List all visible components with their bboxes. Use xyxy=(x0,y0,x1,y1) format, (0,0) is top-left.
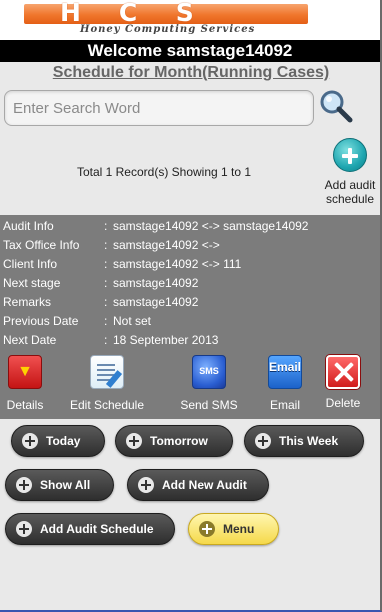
menu-label[interactable]: Menu xyxy=(223,522,254,536)
edit-schedule-label[interactable]: Edit Schedule xyxy=(64,398,150,412)
plus-icon xyxy=(138,477,154,493)
search-input[interactable] xyxy=(4,90,314,126)
add-audit-schedule-pill-button[interactable]: Add Audit Schedule xyxy=(5,513,175,545)
detail-separator: : xyxy=(104,219,108,233)
page-title[interactable]: Schedule for Month(Running Cases) xyxy=(0,63,382,83)
show-all-button[interactable]: Show All xyxy=(5,469,114,501)
delete-button[interactable]: Delete xyxy=(320,355,366,415)
delete-icon[interactable] xyxy=(326,355,360,389)
detail-separator: : xyxy=(104,333,108,347)
this-week-button[interactable]: This Week xyxy=(244,425,364,457)
details-label[interactable]: Details xyxy=(2,398,48,412)
detail-key: Next Date xyxy=(3,333,57,347)
detail-key: Previous Date xyxy=(3,314,79,328)
add-new-audit-label[interactable]: Add New Audit xyxy=(162,478,247,492)
delete-label[interactable]: Delete xyxy=(320,396,366,410)
edit-icon[interactable] xyxy=(90,355,124,389)
email-button[interactable]: Email xyxy=(264,355,306,415)
detail-value: samstage14092 xyxy=(113,276,199,290)
detail-row-next-stage: Next stage : samstage14092 xyxy=(0,274,380,293)
plus-icon xyxy=(126,433,142,449)
detail-row-next-date: Next Date : 18 September 2013 xyxy=(0,331,380,350)
detail-row-tax-office-info: Tax Office Info : samstage14092 <-> xyxy=(0,236,380,255)
detail-value: 18 September 2013 xyxy=(113,333,219,347)
logo-subtitle: Honey Computing Services xyxy=(80,24,256,35)
add-audit-schedule-label[interactable]: Add audit schedule xyxy=(320,178,380,206)
details-button[interactable]: Details xyxy=(2,355,48,415)
detail-row-previous-date: Previous Date : Not set xyxy=(0,312,380,331)
record-summary: Total 1 Record(s) Showing 1 to 1 xyxy=(76,165,252,179)
edit-schedule-button[interactable]: Edit Schedule xyxy=(64,355,150,415)
today-button[interactable]: Today xyxy=(11,425,105,457)
add-audit-schedule-button[interactable]: Add audit schedule xyxy=(320,138,380,206)
menu-button[interactable]: Menu xyxy=(188,513,279,545)
detail-value: samstage14092 <-> xyxy=(113,238,220,252)
tomorrow-label[interactable]: Tomorrow xyxy=(150,434,208,448)
this-week-label[interactable]: This Week xyxy=(279,434,338,448)
detail-key: Remarks xyxy=(3,295,52,309)
send-sms-button[interactable]: Send SMS xyxy=(175,355,243,415)
detail-row-remarks: Remarks : samstage14092 xyxy=(0,293,380,312)
detail-key: Next stage xyxy=(3,276,61,290)
welcome-banner: Welcome samstage14092 xyxy=(0,40,380,62)
app-frame: HCS Honey Computing Services Welcome sam… xyxy=(0,0,382,612)
search-icon[interactable] xyxy=(318,88,354,124)
detail-separator: : xyxy=(104,295,108,309)
detail-row-client-info: Client Info : samstage14092 <-> 111 xyxy=(0,255,380,274)
sms-icon[interactable] xyxy=(192,355,226,389)
email-label[interactable]: Email xyxy=(264,398,306,412)
add-new-audit-button[interactable]: Add New Audit xyxy=(127,469,269,501)
today-label[interactable]: Today xyxy=(46,434,80,448)
plus-icon[interactable] xyxy=(333,138,367,172)
detail-value: samstage14092 <-> samstage14092 xyxy=(113,219,309,233)
detail-key: Audit Info xyxy=(3,219,54,233)
email-icon[interactable] xyxy=(268,355,302,389)
plus-icon xyxy=(255,433,271,449)
detail-key: Client Info xyxy=(3,257,58,271)
logo-text: HCS xyxy=(60,0,232,27)
detail-separator: : xyxy=(104,257,108,271)
detail-separator: : xyxy=(104,314,108,328)
show-all-label[interactable]: Show All xyxy=(40,478,90,492)
plus-icon xyxy=(16,521,32,537)
plus-icon xyxy=(199,521,215,537)
header-logo: HCS Honey Computing Services xyxy=(0,0,380,40)
detail-separator: : xyxy=(104,238,108,252)
detail-separator: : xyxy=(104,276,108,290)
tomorrow-button[interactable]: Tomorrow xyxy=(115,425,233,457)
add-audit-schedule-pill-label[interactable]: Add Audit Schedule xyxy=(40,522,154,536)
detail-value: Not set xyxy=(113,314,152,328)
plus-icon xyxy=(22,433,38,449)
details-icon[interactable] xyxy=(8,355,42,389)
detail-key: Tax Office Info xyxy=(3,238,80,252)
detail-row-audit-info: Audit Info : samstage14092 <-> samstage1… xyxy=(0,217,380,236)
detail-value: samstage14092 <-> 111 xyxy=(113,257,242,271)
send-sms-label[interactable]: Send SMS xyxy=(175,398,243,412)
plus-icon xyxy=(16,477,32,493)
detail-value: samstage14092 xyxy=(113,295,199,309)
